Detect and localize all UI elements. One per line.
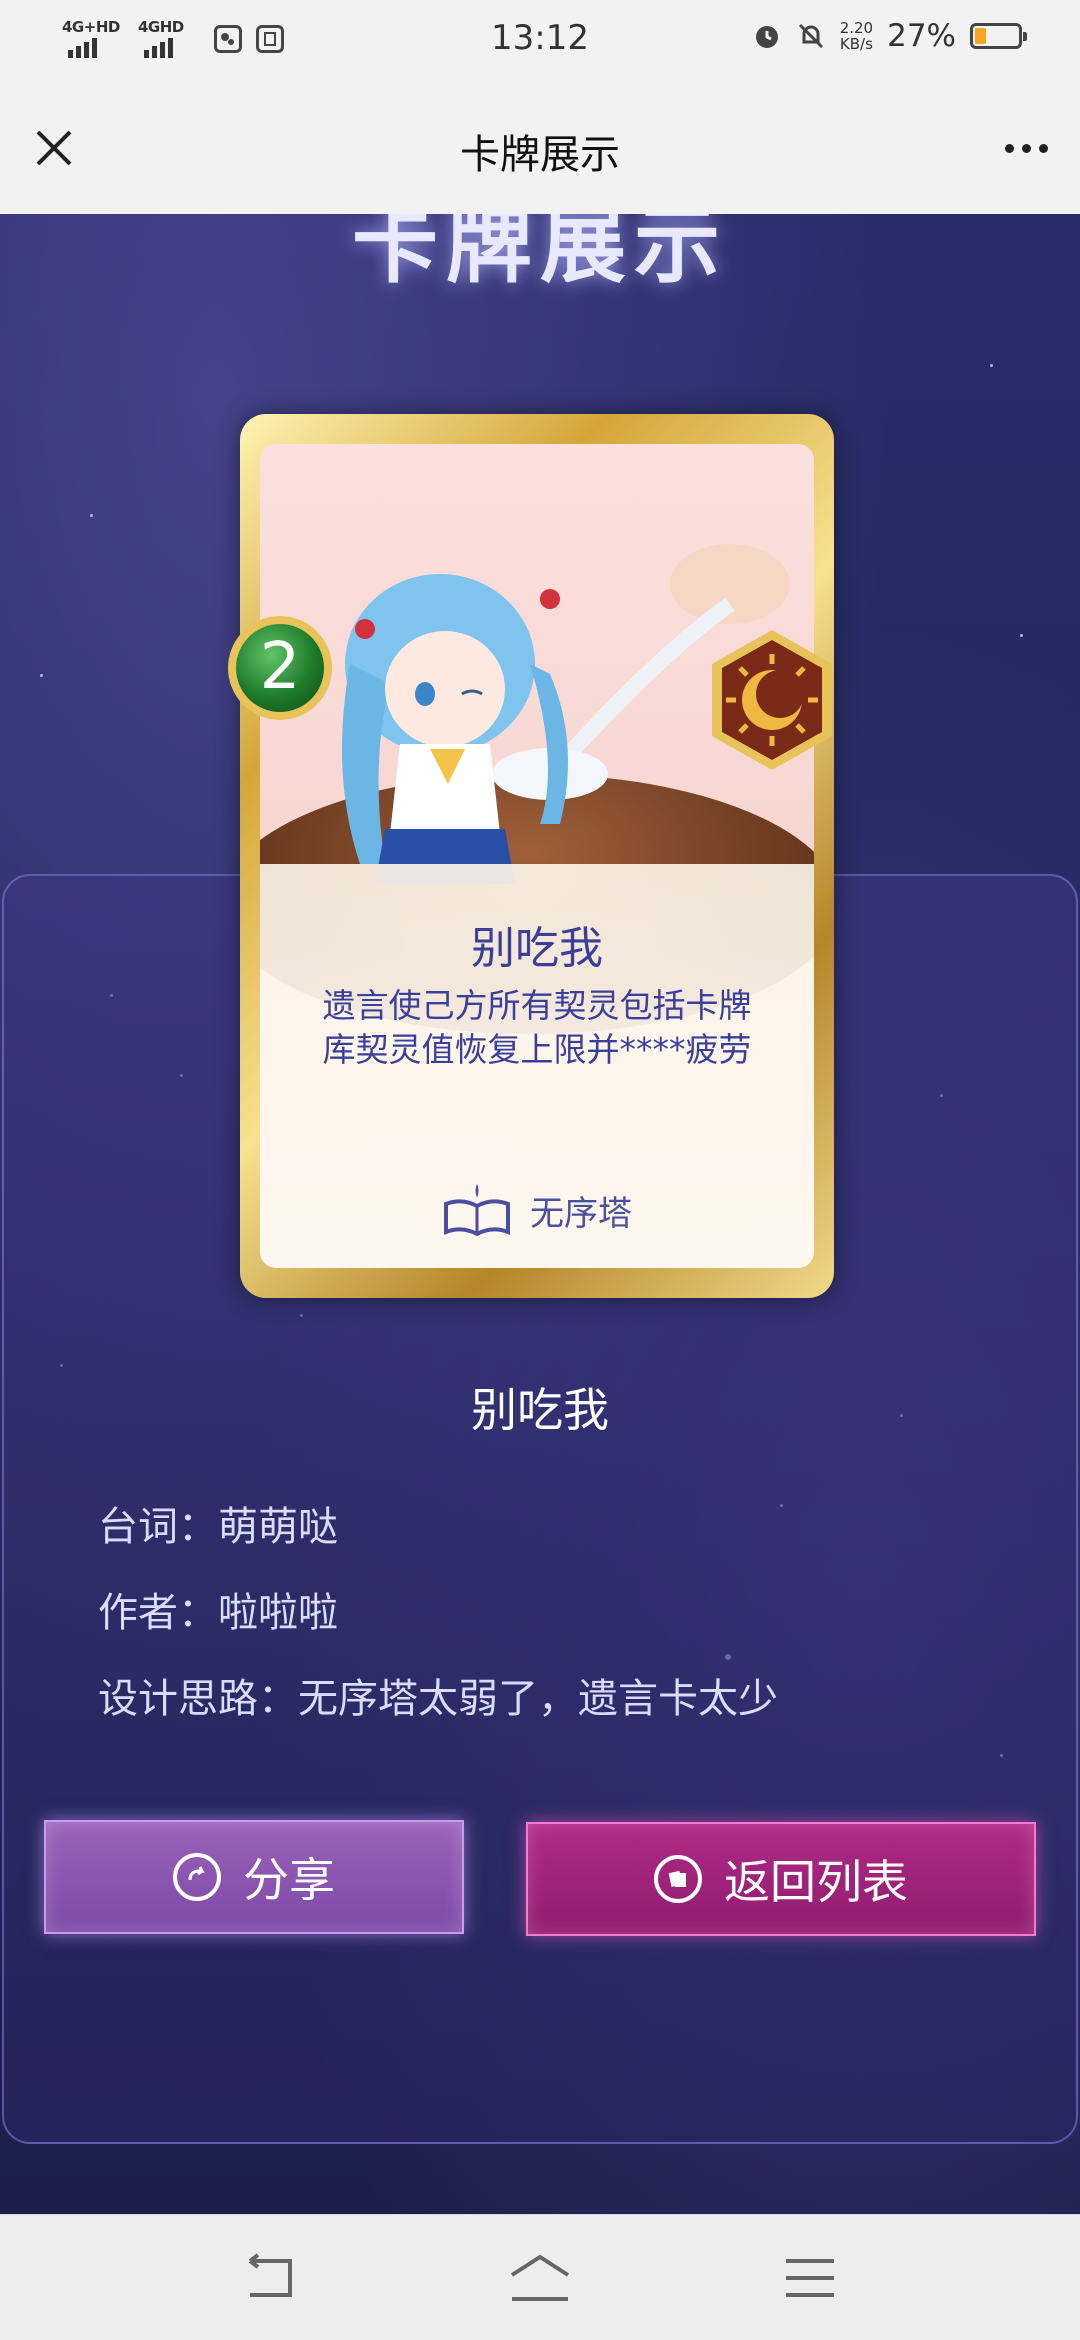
menu-icon — [786, 2259, 834, 2297]
detail-line-value: 萌萌哒 — [218, 1504, 338, 1550]
more-dot-icon — [1038, 143, 1048, 153]
back-to-list-button[interactable]: 返回列表 — [526, 1822, 1036, 1936]
cost-badge: 2 — [228, 616, 332, 720]
battery-percent: 27% — [887, 18, 956, 54]
page-title: 卡牌展示 — [460, 132, 620, 178]
detail-author-value: 啦啦啦 — [218, 1590, 338, 1636]
share-button-label: 分享 — [243, 1853, 335, 1907]
card-face: 别吃我 遗言使己方所有契灵包括卡牌 库契灵值恢复上限并****疲劳 无序塔 — [260, 444, 814, 1268]
alarm-icon — [755, 26, 778, 48]
card-list-icon — [654, 1855, 702, 1903]
card-description: 遗言使己方所有契灵包括卡牌 库契灵值恢复上限并****疲劳 — [280, 984, 794, 1072]
banner-title: 卡牌展示 — [352, 214, 728, 295]
status-bar: 4G+HD 4GHD 13:12 2.20 KB/s 27% — [0, 0, 1080, 82]
detail-author-row: 作者：啦啦啦 — [98, 1580, 338, 1638]
detail-design-value: 无序塔太弱了，遗言卡太少 — [298, 1676, 778, 1722]
more-dot-icon — [1004, 143, 1014, 153]
network-speed-unit: KB/s — [839, 35, 873, 53]
system-menu-button[interactable] — [780, 2251, 840, 2305]
nav-bar: 卡牌展示 — [0, 82, 1080, 215]
more-options-button[interactable] — [996, 124, 1056, 172]
card-frame: 别吃我 遗言使己方所有契灵包括卡牌 库契灵值恢复上限并****疲劳 无序塔 — [240, 414, 834, 1298]
card-page[interactable]: 卡牌展示 别吃我 遗言使己方所有契灵包括卡牌 库契灵值恢复上限并****疲劳 无… — [0, 214, 1080, 2214]
network-speed-value: 2.20 — [839, 19, 874, 37]
detail-title: 别吃我 — [471, 1383, 609, 1437]
system-back-button[interactable] — [240, 2251, 300, 2305]
book-icon — [444, 1184, 510, 1237]
card-description-line-2: 库契灵值恢复上限并****疲劳 — [322, 1030, 752, 1069]
detail-line-label: 台词： — [98, 1504, 218, 1550]
system-nav-bar — [0, 2214, 1080, 2340]
system-home-button[interactable] — [508, 2251, 572, 2305]
back-arrow-icon — [248, 2253, 292, 2297]
share-button[interactable]: 分享 — [44, 1820, 464, 1934]
sun-moon-emblem-icon — [712, 630, 832, 770]
card-name: 别吃我 — [471, 923, 603, 974]
detail-author-label: 作者： — [98, 1590, 218, 1636]
detail-line-row: 台词：萌萌哒 — [98, 1494, 338, 1552]
card-description-line-1: 遗言使己方所有契灵包括卡牌 — [322, 986, 752, 1025]
battery-icon — [970, 23, 1027, 49]
battery-fill — [975, 28, 986, 44]
detail-design-row: 设计思路：无序塔太弱了，遗言卡太少 — [98, 1666, 778, 1724]
card-faction: 无序塔 — [260, 1182, 814, 1238]
back-to-list-button-label: 返回列表 — [724, 1855, 908, 1909]
card-faction-name: 无序塔 — [530, 1193, 632, 1234]
network-speed: 2.20 KB/s — [840, 20, 873, 52]
status-right-group: 2.20 KB/s 27% — [752, 18, 1027, 54]
mute-bell-icon — [798, 23, 823, 49]
share-icon — [173, 1853, 221, 1901]
more-dot-icon — [1021, 143, 1031, 153]
detail-design-label: 设计思路： — [98, 1676, 298, 1722]
home-icon — [510, 2254, 570, 2301]
